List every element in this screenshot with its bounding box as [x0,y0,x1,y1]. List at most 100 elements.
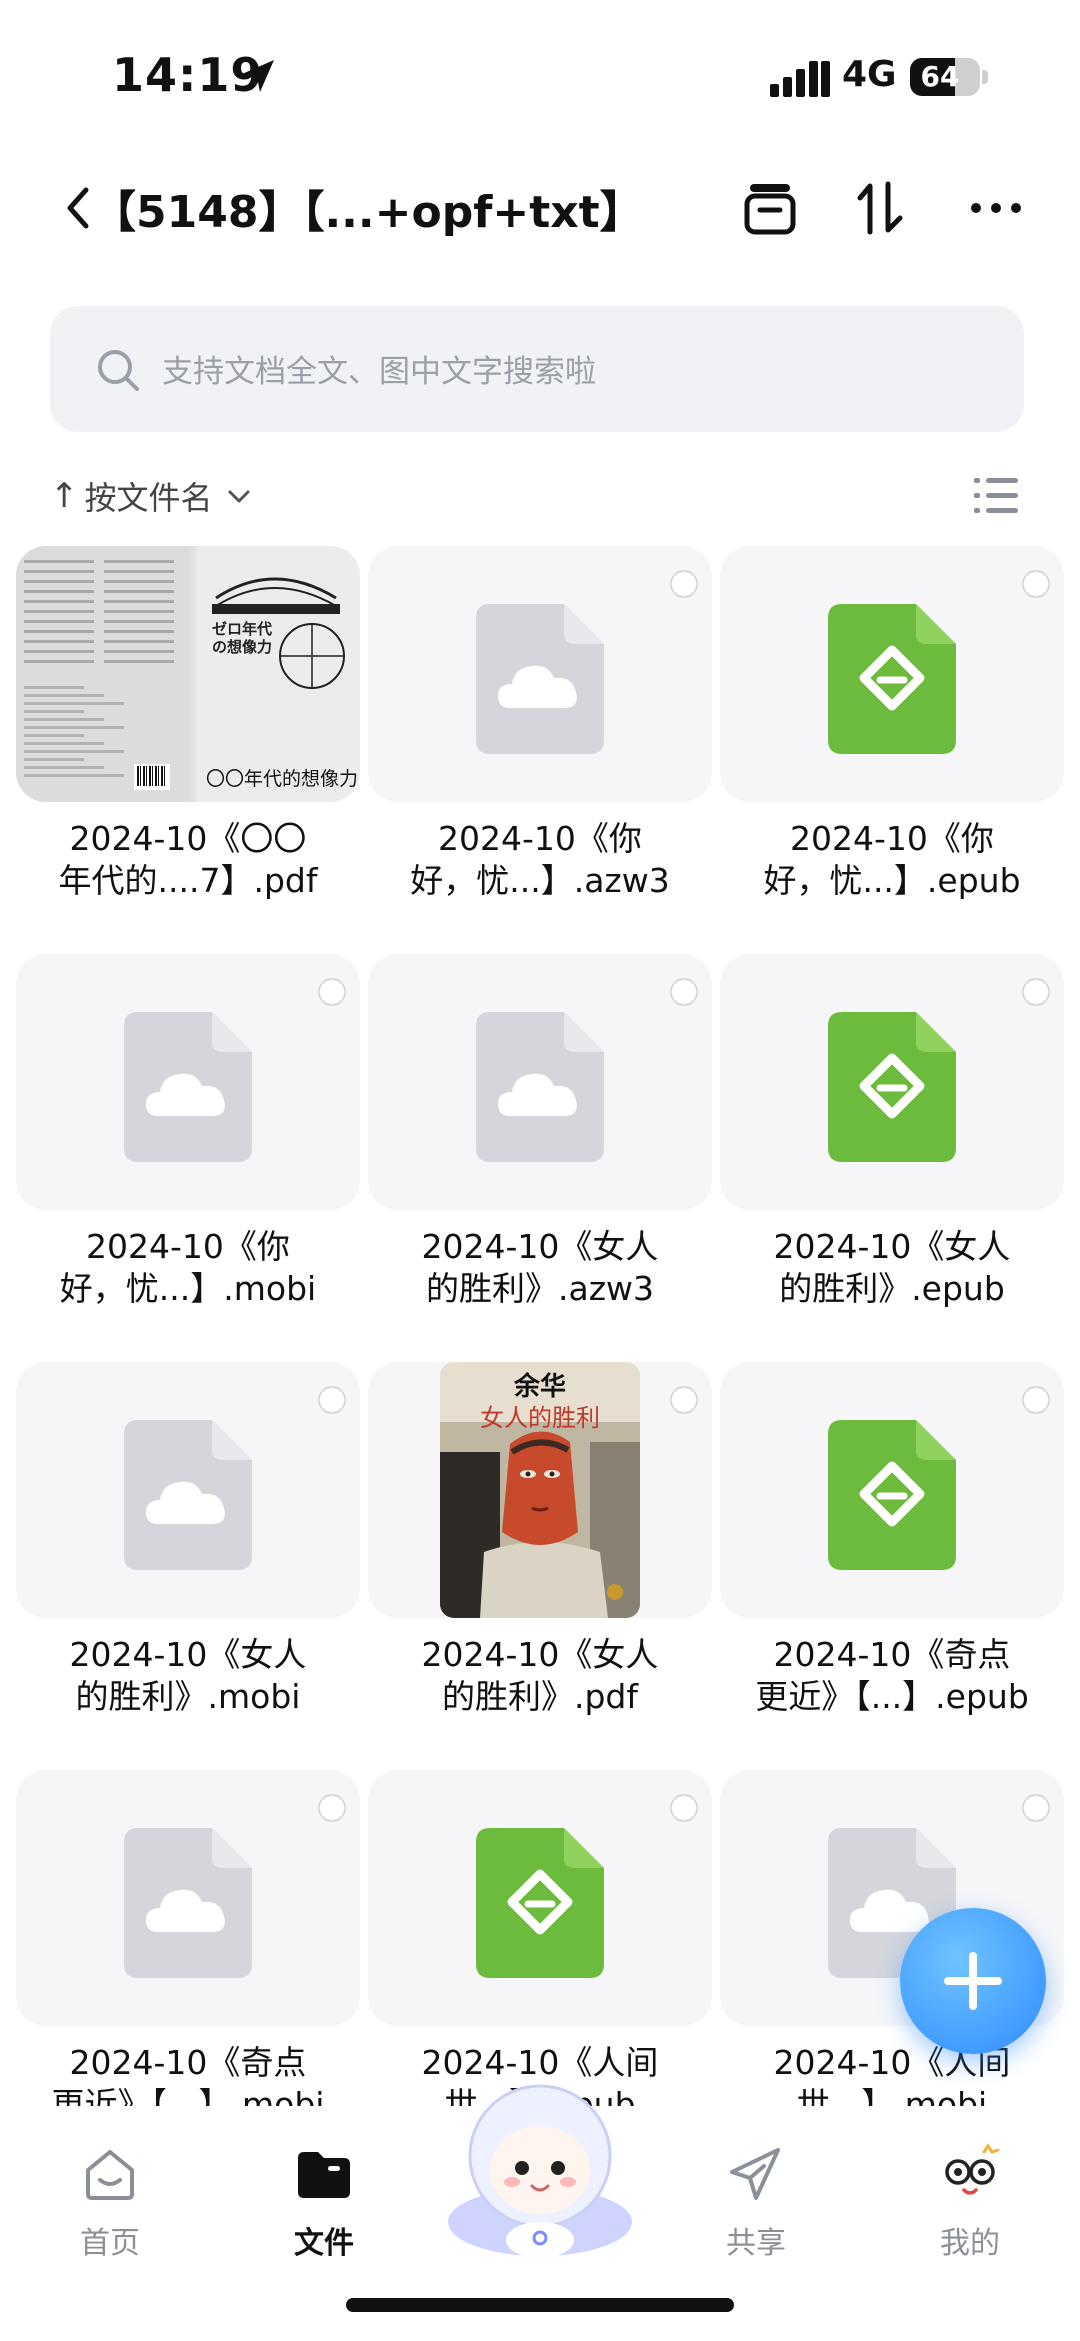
file-name-line: 的胜利》.epub [779,1269,1005,1308]
sort-by-name-button[interactable]: ↑ 按文件名 [50,468,253,524]
nav-share[interactable]: 共享 [686,2130,826,2270]
file-name: 2024-10《女人 的胜利》.mobi [16,1634,360,1718]
select-checkbox[interactable] [670,978,698,1006]
cloud-file-icon [124,1012,252,1162]
nav-home-label: 首页 [80,2226,140,2261]
file-name: 2024-10《女人 的胜利》.azw3 [368,1226,712,1310]
home-icon [86,2150,134,2200]
battery-level: 64 [920,60,960,93]
share-icon [730,2148,780,2200]
file-name: 2024-10《女人 的胜利》.pdf [368,1634,712,1718]
nav-files-label: 文件 [294,2226,354,2261]
select-checkbox[interactable] [1022,570,1050,598]
file-thumbnail[interactable] [720,1362,1064,1618]
select-checkbox[interactable] [318,978,346,1006]
page-title: 【5148】【...+opf+txt】 [92,187,644,238]
file-item[interactable]: 2024-10《人间 世...】.epub [368,1770,712,2106]
file-item[interactable]: 2024-10《女人 的胜利》.mobi [16,1362,360,1770]
mascot-icon [448,2084,632,2258]
file-thumbnail[interactable] [368,546,712,802]
select-checkbox[interactable] [318,1386,346,1414]
location-arrow-icon [242,60,274,92]
file-name-line: 2024-10《〇〇 [69,819,307,858]
search-placeholder: 支持文档全文、图中文字搜索啦 [162,354,596,390]
file-name-line: 2024-10《女人 [421,1227,659,1266]
file-name-line: 2024-10《你 [438,819,642,858]
file-thumbnail[interactable] [16,1362,360,1618]
file-name: 2024-10《女人 的胜利》.epub [720,1226,1064,1310]
select-checkbox[interactable] [670,1386,698,1414]
file-name: 2024-10《奇点 更近》【...】.mobi [16,2042,360,2106]
file-thumbnail[interactable] [720,546,1064,802]
nav-share-label: 共享 [726,2226,786,2261]
home-indicator [346,2298,734,2312]
file-name-line: 好，忧...】.mobi [59,1269,317,1308]
epub-file-icon [828,1420,956,1570]
nav-profile[interactable]: 我的 [900,2130,1040,2270]
file-item[interactable]: 2024-10《奇点 更近》【...】.epub [720,1362,1064,1770]
file-item[interactable]: 2024-10《奇点 更近》【...】.mobi [16,1770,360,2106]
select-checkbox[interactable] [1022,978,1050,1006]
file-name-line: 的胜利》.azw3 [425,1269,655,1308]
sort-row: ↑ 按文件名 [0,468,1080,524]
battery-indicator: 64 [910,58,988,96]
file-name-line: 2024-10《女人 [773,1227,1011,1266]
sort-label: 按文件名 [84,479,213,517]
list-view-icon[interactable] [972,474,1020,518]
epub-file-icon [828,604,956,754]
folder-icon [298,2152,350,2198]
file-thumbnail[interactable]: 余华 女人的胜利 [368,1362,712,1618]
book-cover-title: 女人的胜利 [480,1404,600,1432]
nav-files[interactable]: 文件 [254,2130,394,2270]
file-name-line: 的胜利》.mobi [75,1677,301,1716]
file-name-line: 2024-10《奇点 [773,1635,1011,1674]
file-name-line: 2024-10《女人 [421,1635,659,1674]
file-item[interactable]: 2024-10《你 好，忧...】.epub [720,546,1064,954]
file-item[interactable]: 2024-10《女人 的胜利》.azw3 [368,954,712,1362]
select-checkbox[interactable] [318,1794,346,1822]
file-name-line: 更近》【...】.epub [755,1677,1029,1716]
nav-profile-label: 我的 [940,2226,1000,2261]
file-item[interactable]: 2024-10《女人 的胜利》.epub [720,954,1064,1362]
search-bar[interactable]: 支持文档全文、图中文字搜索啦 [50,306,1024,432]
network-type: 4G [842,54,897,95]
select-checkbox[interactable] [1022,1386,1050,1414]
sort-direction: ↑ [50,476,79,516]
file-name-line: 更近》【...】.mobi [51,2085,325,2106]
archive-box-icon[interactable] [738,176,802,240]
back-chevron-icon[interactable] [56,178,96,238]
file-thumbnail[interactable] [368,1770,712,2026]
file-item[interactable]: 余华 女人的胜利 2024-10《女人 的胜利》.pdf [368,1362,712,1770]
file-item[interactable]: 2024-10《你 好，忧...】.azw3 [368,546,712,954]
file-name-line: 好，忧...】.epub [763,861,1021,900]
select-checkbox[interactable] [670,1794,698,1822]
select-checkbox[interactable] [1022,1794,1050,1822]
file-name-line: 的胜利》.pdf [441,1677,638,1716]
chevron-down-icon [228,490,250,503]
file-name-line: 好，忧...】.azw3 [410,861,670,900]
file-thumbnail[interactable]: ゼロ年代の想像力 〇〇年代的想像力 [16,546,360,802]
file-name-line: 2024-10《你 [790,819,994,858]
more-options-icon[interactable] [964,176,1028,240]
file-name: 2024-10《你 好，忧...】.azw3 [368,818,712,902]
cloud-file-icon [476,1012,604,1162]
book-cover-subtitle: ゼロ年代の想像力 [212,620,273,656]
status-bar: 14:19 4G 64 [0,0,1080,140]
file-item[interactable]: ゼロ年代の想像力 〇〇年代的想像力 2024-10《〇〇 年代的....7】.p… [16,546,360,954]
file-name-line: 世...】.mobi [796,2085,988,2106]
epub-file-icon [476,1828,604,1978]
nav-home[interactable]: 首页 [40,2130,180,2270]
ai-assistant-mascot[interactable] [440,2072,640,2262]
file-thumbnail[interactable] [16,954,360,1210]
file-name: 2024-10《你 好，忧...】.epub [720,818,1064,902]
file-name-line: 2024-10《女人 [69,1635,307,1674]
sort-arrows-icon[interactable] [848,176,912,240]
cloud-file-icon [124,1828,252,1978]
select-checkbox[interactable] [670,570,698,598]
add-file-button[interactable] [900,1908,1046,2054]
file-thumbnail[interactable] [368,954,712,1210]
file-item[interactable]: 2024-10《你 好，忧...】.mobi [16,954,360,1362]
file-thumbnail[interactable] [16,1770,360,2026]
file-thumbnail[interactable] [720,954,1064,1210]
header: 【5148】【...+opf+txt】 [0,150,1080,270]
